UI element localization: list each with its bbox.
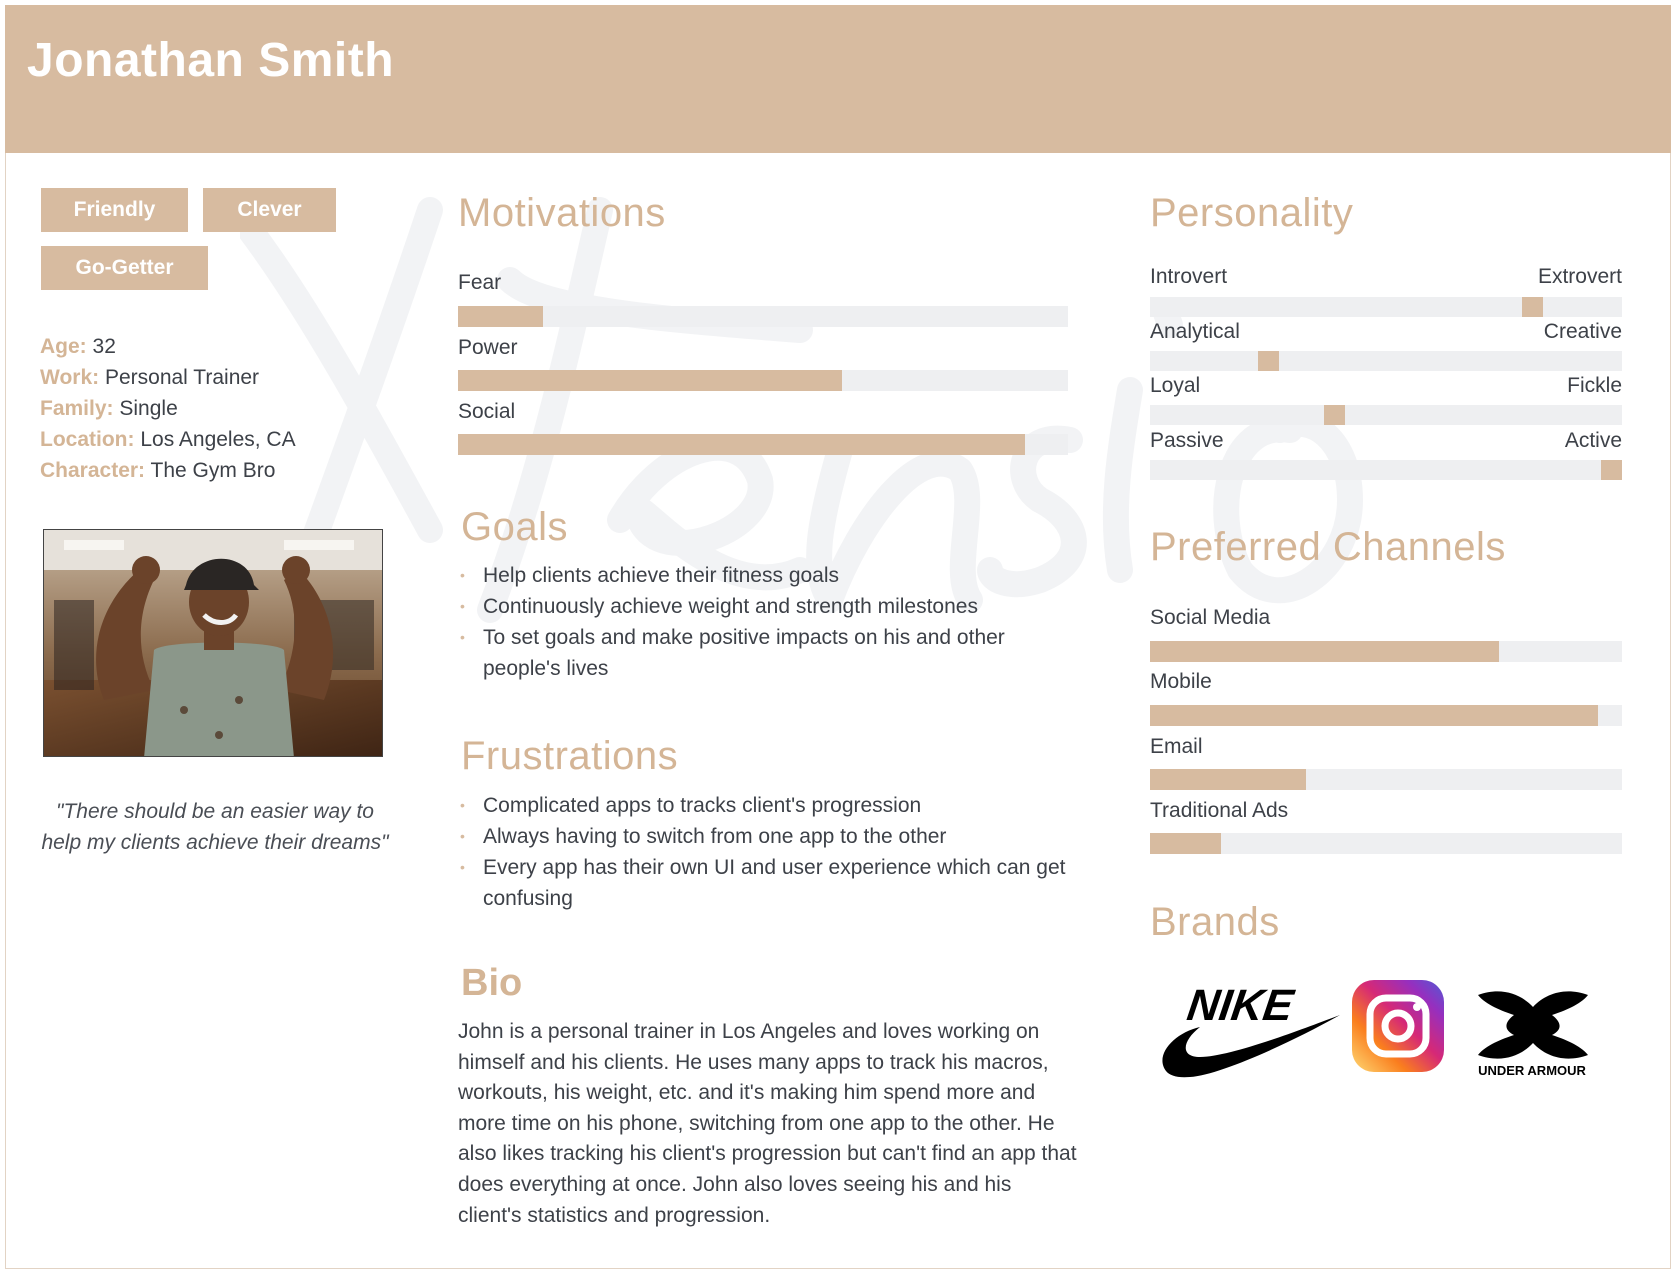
goal-item: Help clients achieve their fitness goals [458,560,1038,591]
tag-clever: Clever [203,188,336,232]
brand-logos: NIKE UNDER ARMOUR [1162,980,1588,1078]
trait-marker [1601,460,1622,480]
svg-text:UNDER ARMOUR: UNDER ARMOUR [1478,1063,1586,1078]
motivations-title: Motivations [458,191,666,235]
motivation-label-power: Power [458,336,518,359]
channel-fill-mobile [1150,705,1599,726]
tag-friendly: Friendly [41,188,188,232]
attribute-age: Age: 32 [40,335,116,358]
motivation-bar-power [458,370,1068,391]
attribute-location: Location: Los Angeles, CA [40,428,296,451]
motivation-fill-power [458,370,843,391]
trait-slider-introvert-extrovert [1150,297,1622,317]
trait-slider-loyal-fickle [1150,405,1622,425]
channel-bar-mobile [1150,705,1622,726]
motivation-fill-fear [458,306,544,327]
channel-label-mobile: Mobile [1150,670,1212,693]
attribute-list: Age: 32 Work: Personal Trainer Family: S… [40,331,296,486]
trait-marker [1521,297,1543,317]
attribute-family: Family: Single [40,397,178,420]
goals-list: Help clients achieve their fitness goals… [458,560,1038,684]
personality-title: Personality [1150,191,1354,235]
channel-label-traditional-ads: Traditional Ads [1150,799,1289,822]
channel-fill-social-media [1150,641,1500,662]
motivation-bar-fear [458,306,1068,327]
trait-slider-passive-active [1150,460,1622,480]
attribute-character: Character: The Gym Bro [40,459,276,482]
goal-item: To set goals and make positive impacts o… [458,622,1038,684]
channel-bar-traditional-ads [1150,833,1622,854]
persona-photo [43,529,383,757]
motivation-label-fear: Fear [458,271,502,294]
channel-label-social-media: Social Media [1150,606,1271,629]
trait-marker [1257,351,1279,371]
trait-right-active: Active [1564,429,1622,452]
goals-title: Goals [461,505,568,549]
under-armour-logo: UNDER ARMOUR [1478,991,1588,1078]
bio-text: John is a personal trainer in Los Angele… [458,1020,1077,1227]
trait-right-creative: Creative [1543,320,1622,343]
channel-label-email: Email [1150,735,1203,758]
frustrations-list: Complicated apps to tracks client's prog… [458,790,1068,914]
frustration-item: Always having to switch from one app to … [458,821,1068,852]
motivation-bar-social [458,434,1068,455]
nike-logo: NIKE [1162,981,1340,1078]
brands-title: Brands [1150,900,1280,944]
attribute-work: Work: Personal Trainer [40,366,260,389]
trait-marker [1323,405,1345,425]
channel-bar-social-media [1150,641,1622,662]
svg-text:NIKE: NIKE [1184,981,1297,1030]
frustration-item: Every app has their own UI and user expe… [458,852,1068,914]
trait-right-fickle: Fickle [1567,374,1622,397]
motivation-label-social: Social [458,400,516,423]
frustration-item: Complicated apps to tracks client's prog… [458,790,1068,821]
channel-fill-traditional-ads [1150,833,1221,854]
persona-quote: "There should be an easier way to help m… [41,800,389,854]
goal-item: Continuously achieve weight and strength… [458,591,1038,622]
frustrations-title: Frustrations [461,734,679,778]
channel-bar-email [1150,769,1622,790]
channels-title: Preferred Channels [1150,525,1506,569]
persona-name: Jonathan Smith [27,34,395,87]
bio-title: Bio [461,962,523,1004]
tag-go-getter: Go-Getter [41,246,208,290]
header-bar: Jonathan Smith [5,5,1671,153]
motivation-fill-social [458,434,1026,455]
channel-fill-email [1150,769,1306,790]
instagram-logo [1352,980,1444,1072]
trait-slider-analytical-creative [1150,351,1622,371]
trait-right-extrovert: Extrovert [1537,265,1622,288]
